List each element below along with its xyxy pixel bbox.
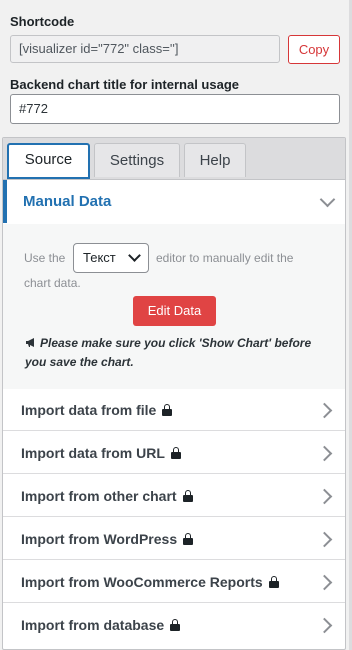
edit-data-button[interactable]: Edit Data	[133, 296, 216, 326]
import-woocommerce-text: Import from WooCommerce Reports	[21, 574, 263, 590]
tab-help[interactable]: Help	[184, 143, 246, 177]
manual-text-before: Use the	[24, 251, 66, 265]
backend-title-label: Backend chart title for internal usage	[10, 77, 240, 92]
import-wordpress-text: Import from WordPress	[21, 531, 178, 547]
lock-icon	[170, 619, 181, 631]
chart-source-sidebar: Shortcode [visualizer id="772" class='']…	[0, 0, 352, 650]
import-file-row[interactable]: Import data from file	[3, 389, 345, 431]
manual-text-line2: chart data.	[24, 276, 81, 290]
shortcode-field[interactable]: [visualizer id="772" class='']	[10, 35, 280, 63]
chevron-down-icon	[128, 249, 141, 262]
copy-button[interactable]: Copy	[288, 35, 340, 64]
lock-icon	[183, 533, 194, 545]
editor-select-value: Текст	[83, 250, 116, 265]
manual-note: Please make sure you click 'Show Chart' …	[25, 334, 325, 372]
source-panel: Source Settings Help Manual Data Use the…	[2, 137, 346, 650]
import-other-chart-row[interactable]: Import from other chart	[3, 475, 345, 517]
import-woocommerce-row[interactable]: Import from WooCommerce Reports	[3, 561, 345, 603]
editor-select[interactable]: Текст	[73, 243, 149, 273]
lock-icon	[182, 490, 193, 502]
import-database-label: Import from database	[21, 604, 181, 646]
import-other-chart-text: Import from other chart	[21, 488, 177, 504]
import-file-label: Import data from file	[21, 389, 173, 431]
chevron-right-icon	[316, 574, 333, 591]
manual-data-title: Manual Data	[23, 193, 112, 210]
backend-title-input[interactable]: #772	[10, 94, 340, 124]
tab-source[interactable]: Source	[7, 143, 90, 179]
chevron-right-icon	[316, 488, 333, 505]
chevron-right-icon	[316, 402, 333, 419]
tab-bar: Source Settings Help	[3, 138, 345, 180]
shortcode-label: Shortcode	[10, 14, 75, 29]
lock-icon	[170, 447, 181, 459]
megaphone-icon	[26, 338, 34, 347]
manual-data-body: Use the Текст editor to manually edit th…	[3, 224, 345, 390]
import-wordpress-label: Import from WordPress	[21, 518, 194, 560]
manual-note-text: Please make sure you click 'Show Chart' …	[25, 336, 312, 369]
import-url-label: Import data from URL	[21, 432, 181, 474]
import-database-text: Import from database	[21, 617, 165, 633]
import-url-text: Import data from URL	[21, 445, 165, 461]
manual-data-header[interactable]: Manual Data	[3, 180, 345, 223]
chevron-right-icon	[316, 531, 333, 548]
import-other-chart-label: Import from other chart	[21, 475, 193, 517]
tab-settings[interactable]: Settings	[94, 143, 180, 177]
chevron-down-icon	[319, 191, 336, 208]
import-file-text: Import data from file	[21, 402, 157, 418]
import-url-row[interactable]: Import data from URL	[3, 432, 345, 474]
lock-icon	[268, 576, 279, 588]
chevron-right-icon	[316, 445, 333, 462]
manual-text-after: editor to manually edit the	[156, 251, 294, 265]
import-wordpress-row[interactable]: Import from WordPress	[3, 518, 345, 560]
chevron-right-icon	[316, 617, 333, 634]
lock-icon	[162, 404, 173, 416]
import-woocommerce-label: Import from WooCommerce Reports	[21, 561, 279, 603]
import-database-row[interactable]: Import from database	[3, 604, 345, 646]
